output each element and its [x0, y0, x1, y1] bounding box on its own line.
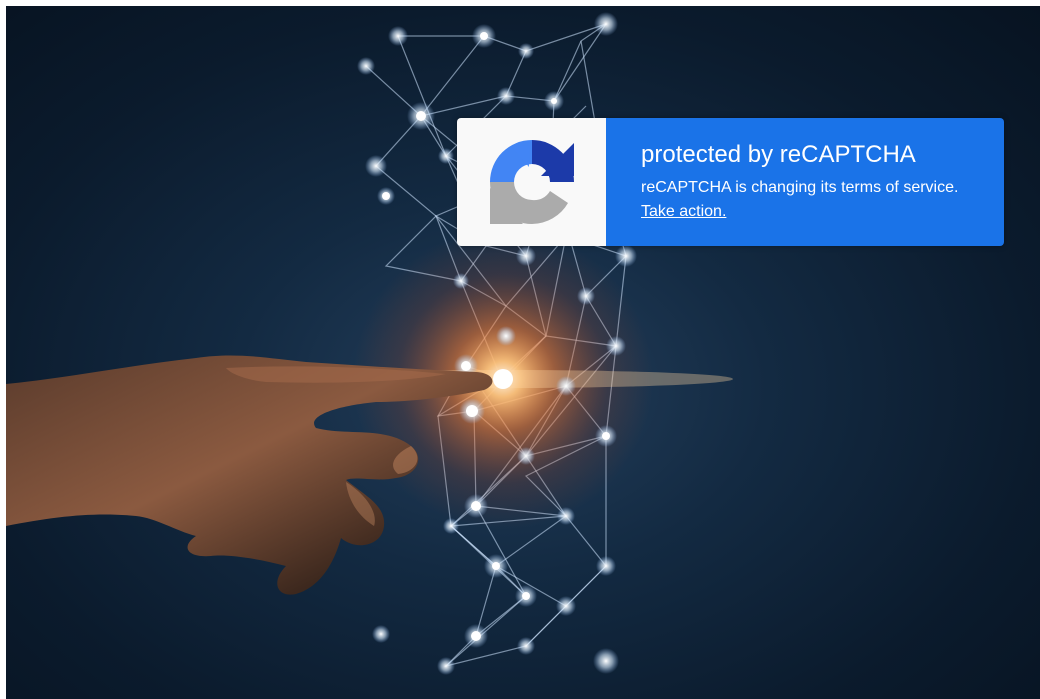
recaptcha-text-panel: protected by reCAPTCHA reCAPTCHA is chan… — [606, 118, 1004, 246]
title-brand: reCAPTCHA — [779, 141, 916, 168]
recaptcha-logo-panel — [457, 118, 606, 246]
terms-message: reCAPTCHA is changing its terms of servi… — [641, 179, 959, 196]
hero-image-frame — [6, 6, 1040, 699]
take-action-link[interactable]: Take action. — [641, 203, 726, 220]
recaptcha-message: reCAPTCHA is changing its terms of servi… — [641, 176, 961, 224]
recaptcha-badge[interactable]: protected by reCAPTCHA reCAPTCHA is chan… — [457, 118, 1004, 246]
recaptcha-logo-icon — [489, 140, 574, 224]
title-prefix: protected by — [641, 141, 774, 168]
recaptcha-title: protected by reCAPTCHA — [641, 140, 984, 170]
hand-touching-network-icon — [6, 12, 733, 675]
